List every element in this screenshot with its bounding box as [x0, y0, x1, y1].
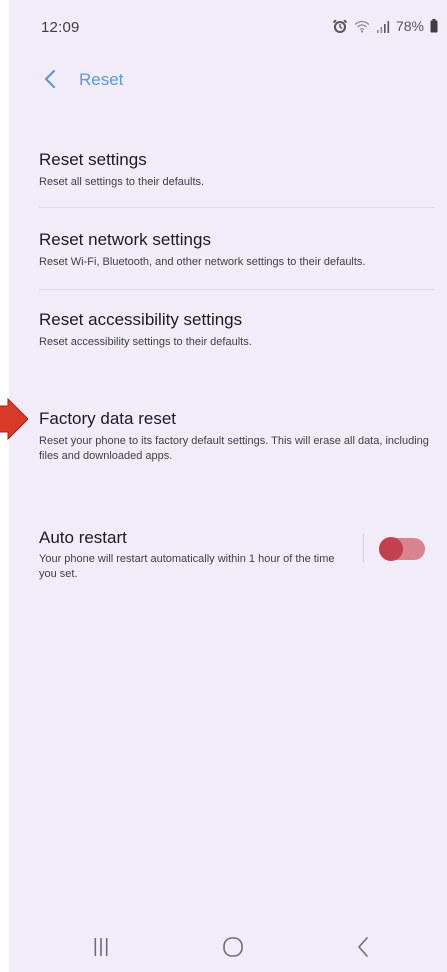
setting-description: Reset your phone to its factory default …: [39, 435, 429, 462]
toggle-thumb: [379, 537, 403, 561]
alarm-icon: [332, 19, 348, 33]
setting-title: Reset network settings: [39, 230, 211, 249]
back-arrow-icon: [356, 936, 370, 963]
chevron-left-icon: [43, 69, 57, 94]
wifi-icon: [354, 20, 370, 33]
setting-title: Reset accessibility settings: [39, 310, 243, 329]
page-title: Reset: [79, 70, 124, 89]
status-bar: 12:09 78%: [9, 0, 447, 46]
setting-description: Your phone will restart automatically wi…: [39, 553, 335, 580]
recent-apps-icon: [93, 937, 109, 962]
setting-title: Factory data reset: [39, 409, 177, 428]
setting-description: Reset Wi-Fi, Bluetooth, and other networ…: [39, 256, 366, 268]
annotation-arrow-icon: [0, 397, 29, 441]
toggle-separator: [363, 533, 364, 563]
auto-restart-toggle[interactable]: [379, 537, 425, 561]
battery-icon: [430, 19, 438, 33]
recent-apps-button[interactable]: [81, 934, 121, 964]
setting-description: Reset all settings to their defaults.: [39, 176, 205, 188]
home-button[interactable]: [213, 934, 253, 964]
back-button[interactable]: [35, 66, 65, 96]
setting-item-reset-network-settings[interactable]: Reset network settings Reset Wi-Fi, Blue…: [9, 208, 447, 290]
setting-title: Auto restart: [39, 528, 127, 547]
battery-percent: 78%: [395, 18, 424, 34]
setting-item-reset-accessibility-settings[interactable]: Reset accessibility settings Reset acces…: [9, 290, 447, 370]
nav-back-button[interactable]: [343, 934, 383, 964]
setting-item-reset-settings[interactable]: Reset settings Reset all settings to the…: [9, 140, 447, 206]
app-bar: Reset: [9, 58, 447, 102]
settings-screen: 12:09 78% Reset Reset settings Reset all…: [9, 0, 447, 972]
home-icon: [222, 936, 244, 963]
setting-description: Reset accessibility settings to their de…: [39, 336, 252, 348]
status-time: 12:09: [41, 19, 80, 36]
signal-icon: [376, 20, 390, 33]
setting-item-factory-data-reset[interactable]: Factory data reset Reset your phone to i…: [9, 390, 447, 480]
navigation-bar: [9, 928, 447, 972]
setting-title: Reset settings: [39, 150, 147, 169]
status-icons: 78%: [332, 18, 438, 34]
